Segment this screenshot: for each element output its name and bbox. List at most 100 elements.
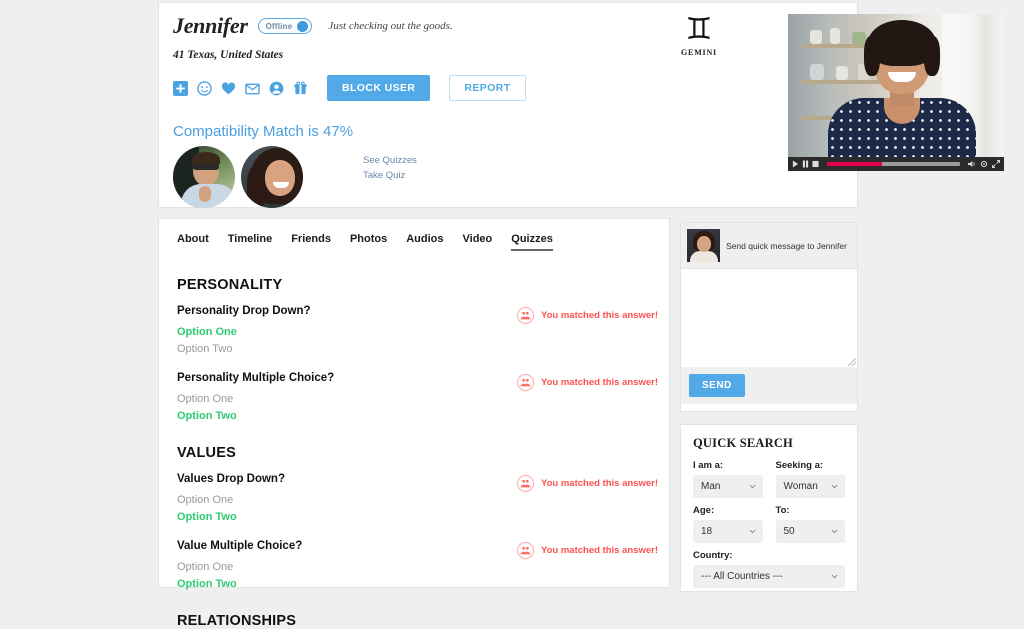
- block-user-button[interactable]: BLOCK USER: [327, 75, 431, 101]
- quick-search-field-i-am-a: I am a: Man: [693, 460, 763, 498]
- add-friend-icon[interactable]: [173, 80, 188, 96]
- see-quizzes-link[interactable]: See Quizzes: [363, 154, 417, 169]
- quiz-option-selected[interactable]: Option Two: [177, 509, 651, 526]
- pause-icon[interactable]: [802, 160, 809, 168]
- quiz-option[interactable]: Option One: [177, 559, 651, 576]
- i-am-a-select[interactable]: Man: [693, 475, 763, 498]
- chevron-down-icon: [748, 484, 756, 489]
- video-control-bar[interactable]: [788, 157, 1004, 171]
- tab-audios[interactable]: Audios: [406, 233, 443, 251]
- quiz-option[interactable]: Option One: [177, 391, 651, 408]
- quick-search-row-gender: I am a: Man Seeking a: Woman: [693, 460, 845, 505]
- avatar-photo-man: [173, 146, 235, 208]
- quiz-options: Option One Option Two: [177, 492, 651, 526]
- quick-message-textarea-wrap: [681, 268, 857, 367]
- matched-answer-badge: You matched this answer!: [516, 542, 658, 560]
- select-value: Man: [701, 481, 721, 492]
- video-right-controls: [968, 160, 1000, 168]
- quick-message-header: Send quick message to Jennifer: [681, 223, 857, 268]
- matched-answer-text: You matched this answer!: [540, 310, 658, 321]
- send-button[interactable]: SEND: [689, 374, 745, 397]
- tab-photos[interactable]: Photos: [350, 233, 387, 251]
- report-button[interactable]: REPORT: [449, 75, 526, 101]
- field-label: Country:: [693, 550, 733, 561]
- avatar[interactable]: [173, 146, 235, 208]
- compatibility-row: See Quizzes Take Quiz: [173, 146, 843, 208]
- quiz-option-selected[interactable]: Option One: [177, 324, 651, 341]
- quiz-options: Option One Option Two: [177, 324, 651, 358]
- chevron-down-icon: [831, 484, 838, 489]
- quick-search-field-seeking-a: Seeking a: Woman: [775, 460, 845, 498]
- profile-header-card: Jennifer Offline Just checking out the g…: [158, 2, 1004, 208]
- quiz-section-title: RELATIONSHIPS: [177, 613, 297, 629]
- fullscreen-icon[interactable]: [992, 160, 1000, 168]
- two-people-icon: [516, 374, 534, 392]
- field-label: Seeking a:: [775, 460, 824, 471]
- quick-message-input[interactable]: [681, 269, 857, 367]
- favorite-heart-icon[interactable]: [221, 81, 236, 96]
- select-value: Woman: [783, 481, 818, 492]
- zodiac-sign: ♊ GEMINI: [667, 12, 731, 58]
- age-to-select[interactable]: 50: [775, 520, 845, 543]
- compatibility-title: Compatibility Match is 47%: [173, 123, 354, 140]
- select-value: --- All Countries ---: [701, 571, 783, 582]
- two-people-icon: [516, 475, 534, 493]
- quiz-option[interactable]: Option Two: [177, 341, 651, 358]
- matched-answer-text: You matched this answer!: [540, 545, 658, 557]
- take-quiz-link[interactable]: Take Quiz: [363, 169, 417, 184]
- matched-answer-badge: You matched this answer!: [516, 475, 658, 493]
- zodiac-label: GEMINI: [681, 48, 717, 57]
- quick-message-footer: SEND: [681, 367, 857, 404]
- profile-location: 41 Texas, United States: [173, 49, 284, 61]
- age-from-select[interactable]: 18: [693, 520, 763, 543]
- quiz-section-title: PERSONALITY: [177, 277, 283, 293]
- quick-search-field-country: Country: --- All Countries ---: [693, 550, 845, 588]
- profile-video-player[interactable]: [788, 14, 1004, 171]
- quiz-option[interactable]: Option One: [177, 492, 651, 509]
- avatar[interactable]: [241, 146, 303, 208]
- settings-gear-icon[interactable]: [980, 160, 988, 168]
- message-envelope-icon[interactable]: [245, 81, 260, 96]
- quiz-question: Personality Multiple Choice? Option One Op…: [177, 372, 658, 425]
- quiz-section-title: VALUES: [177, 445, 236, 462]
- quiz-links: See Quizzes Take Quiz: [363, 154, 417, 183]
- stop-icon[interactable]: [812, 160, 819, 168]
- profile-tagline: Just checking out the goods.: [328, 20, 453, 32]
- seeking-a-select[interactable]: Woman: [775, 475, 845, 498]
- profile-name-row: Jennifer Offline Just checking out the g…: [173, 13, 843, 39]
- tab-video[interactable]: Video: [463, 233, 493, 251]
- chevron-down-icon: [748, 529, 756, 534]
- send-gift-icon[interactable]: [293, 81, 308, 96]
- gemini-icon: ♊: [685, 12, 713, 47]
- matched-answer-badge: You matched this answer!: [516, 307, 658, 324]
- quiz-question: Value Multiple Choice? Option One Option T…: [177, 540, 658, 593]
- tab-timeline[interactable]: Timeline: [228, 233, 272, 251]
- quizzes-card: About Timeline Friends Photos Audios Video Qui…: [158, 218, 670, 629]
- quiz-options: Option One Option Two: [177, 559, 651, 593]
- view-profile-icon[interactable]: [269, 81, 284, 96]
- tab-about[interactable]: About: [177, 233, 209, 251]
- quiz-option-selected[interactable]: Option Two: [177, 408, 651, 425]
- field-label: I am a:: [693, 460, 724, 471]
- tab-friends[interactable]: Friends: [291, 233, 331, 251]
- two-people-icon: [516, 307, 534, 324]
- status-badge[interactable]: Offline: [257, 18, 313, 34]
- tab-quizzes[interactable]: Quizzes: [511, 233, 553, 251]
- chevron-down-icon: [831, 574, 838, 579]
- quiz-options: Option One Option Two: [177, 391, 651, 425]
- quick-search-title: QUICK SEARCH: [693, 436, 793, 450]
- matched-answer-badge: You matched this answer!: [516, 374, 658, 392]
- video-progress-slider[interactable]: [827, 162, 960, 166]
- play-icon[interactable]: [792, 160, 799, 168]
- quick-search-field-age: Age: 18: [693, 505, 763, 543]
- field-label: Age:: [693, 505, 715, 516]
- status-badge-label: Offline: [265, 21, 293, 31]
- matched-answer-text: You matched this answer!: [540, 377, 658, 389]
- profile-tabs: About Timeline Friends Photos Audios Video Qui…: [177, 233, 651, 257]
- select-value: 50: [783, 526, 795, 537]
- volume-icon[interactable]: [968, 160, 976, 168]
- avatar: [687, 229, 720, 262]
- quiz-question: Personality Drop Down? Option One Option T…: [177, 305, 658, 358]
- video-thumbnail: [788, 14, 1004, 171]
- wink-icon[interactable]: [197, 80, 212, 96]
